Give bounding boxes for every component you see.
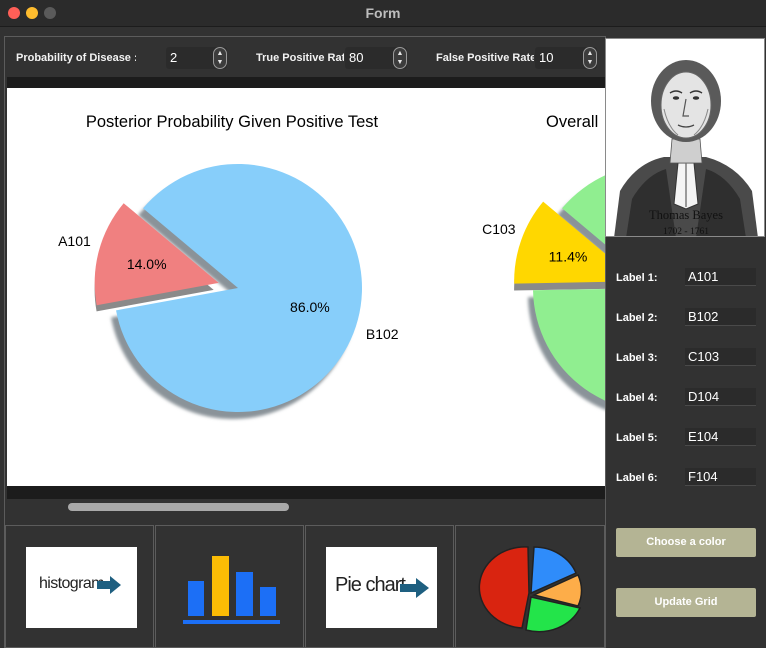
pie-chart-thumbnail[interactable] <box>455 525 605 648</box>
canvas-top-border <box>7 77 605 88</box>
label-2-input[interactable]: B102 <box>685 308 756 326</box>
portrait-years: 1702 - 1761 <box>663 227 709 237</box>
pie-chart-text-thumbnail[interactable]: Pie chart <box>305 525 454 648</box>
bar-icon-2 <box>212 556 229 616</box>
pie1-label-b102: B102 <box>366 326 399 342</box>
pie1-title: Posterior Probability Given Positive Tes… <box>86 113 379 131</box>
pie1-value-label-a101: 14.0% <box>127 256 167 272</box>
label-3-caption: Label 3: <box>616 352 658 364</box>
arrow-right-icon <box>97 576 121 594</box>
pie2-label-c103: C103 <box>482 221 516 237</box>
fpr-value: 10 <box>539 50 554 65</box>
pie-charts-svg: Posterior Probability Given Positive Tes… <box>58 113 605 419</box>
choose-color-button[interactable]: Choose a color <box>616 528 756 557</box>
fpr-label: False Positive Rate <box>436 52 534 64</box>
probability-value: 2 <box>170 50 178 65</box>
label-4-caption: Label 4: <box>616 392 658 404</box>
pie-icon-slice-red <box>478 546 530 629</box>
portrait-engraving: Thomas Bayes 1702 - 1761 <box>606 39 764 237</box>
pie1-value-label-b102: 86.0% <box>290 299 330 315</box>
tpr-value: 80 <box>349 50 364 65</box>
bar-icon-baseline <box>183 620 280 624</box>
horizontal-scrollbar-thumb[interactable] <box>68 503 289 511</box>
pie1-label-a101: A101 <box>58 233 91 249</box>
title-bar: Form <box>0 0 766 27</box>
bar-icon-3 <box>236 572 253 616</box>
label-3-input[interactable]: C103 <box>685 348 756 366</box>
pie2-value-label-c103: 11.4% <box>549 249 588 265</box>
label-4-input[interactable]: D104 <box>685 388 756 406</box>
probability-label: Probability of Disease : <box>16 52 136 64</box>
fpr-stepper[interactable]: ▲ ▼ <box>583 47 597 69</box>
label-2-caption: Label 2: <box>616 312 658 324</box>
window-title: Form <box>365 5 401 21</box>
thomas-bayes-portrait: Thomas Bayes 1702 - 1761 <box>605 38 765 237</box>
label-5-input[interactable]: E104 <box>685 428 756 446</box>
pie-chart-thumbnail-label: Pie chart <box>335 574 406 596</box>
label-1-caption: Label 1: <box>616 272 658 284</box>
label-5-caption: Label 5: <box>616 432 658 444</box>
update-grid-button[interactable]: Update Grid <box>616 588 756 617</box>
tpr-spinbox[interactable]: 80 ▲ ▼ <box>345 47 407 69</box>
probability-stepper[interactable]: ▲ ▼ <box>213 47 227 69</box>
bar-icon-4 <box>260 587 276 616</box>
histogram-thumbnail-label: histogram <box>39 575 104 592</box>
pie2-title: Overall <box>546 113 598 131</box>
pie-chart-icon <box>478 546 583 633</box>
histogram-text-thumbnail[interactable]: histogram <box>5 525 154 648</box>
bar-chart-icon <box>183 556 280 624</box>
bar-chart-thumbnail[interactable] <box>155 525 304 648</box>
canvas-bottom-border <box>7 486 605 499</box>
bar-icon-1 <box>188 581 204 616</box>
label-6-input[interactable]: F104 <box>685 468 756 486</box>
portrait-name: Thomas Bayes <box>649 208 723 222</box>
tpr-stepper[interactable]: ▲ ▼ <box>393 47 407 69</box>
chart-canvas: Posterior Probability Given Positive Tes… <box>7 88 605 486</box>
label-6-caption: Label 6: <box>616 472 658 484</box>
probability-spinbox[interactable]: 2 ▲ ▼ <box>166 47 227 69</box>
fpr-spinbox[interactable]: 10 ▲ ▼ <box>535 47 597 69</box>
tpr-label: True Positive Rate <box>256 52 344 64</box>
arrow-right-icon <box>400 578 429 598</box>
label-1-input[interactable]: A101 <box>685 268 756 286</box>
